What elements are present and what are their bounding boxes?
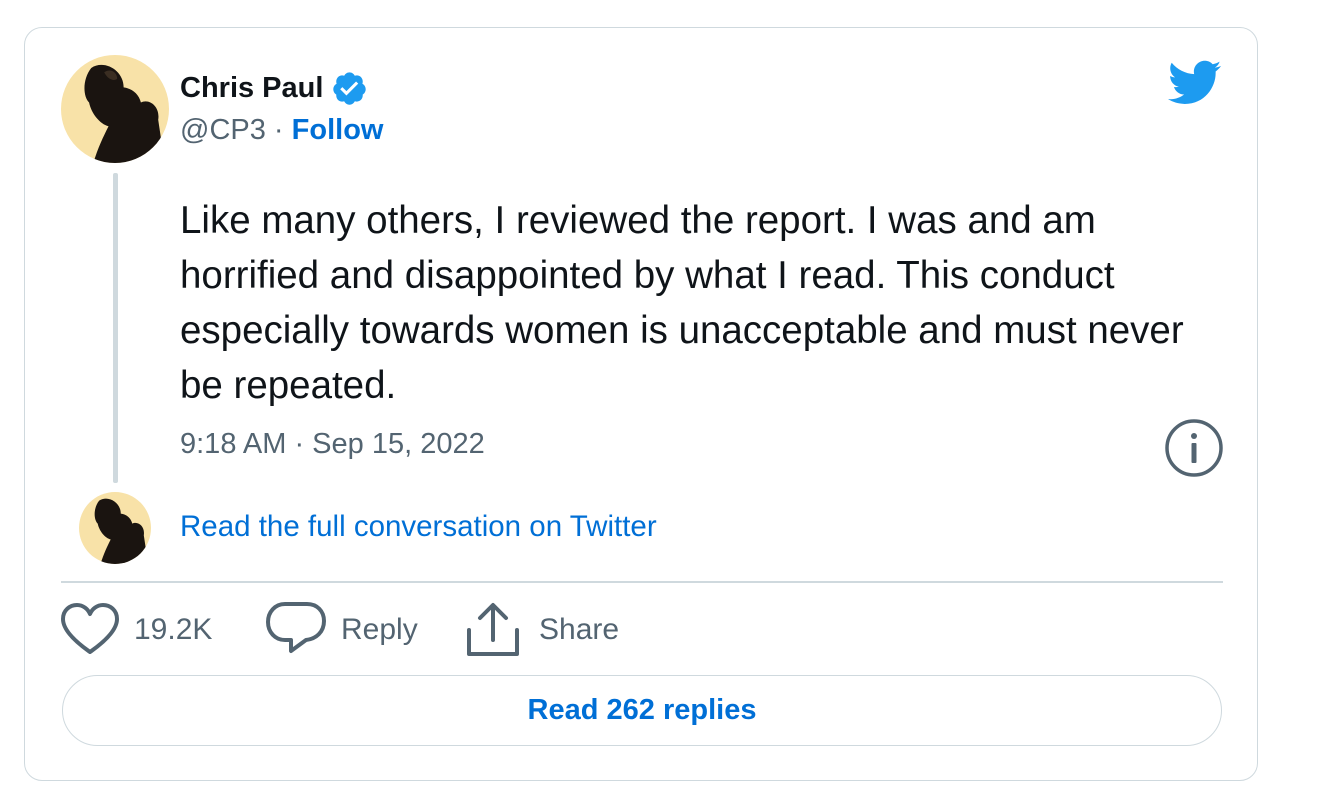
read-replies-label: Read 262 replies (527, 694, 757, 726)
divider (61, 581, 1223, 583)
conversation-avatar-silhouette (94, 498, 149, 564)
speech-bubble-icon (265, 600, 327, 660)
like-count: 19.2K (134, 613, 213, 646)
author-avatar[interactable] (61, 55, 169, 163)
author-name-row: Chris Paul (180, 68, 368, 108)
tweet-text: Like many others, I reviewed the report.… (180, 199, 1184, 407)
share-button[interactable]: Share (462, 600, 619, 660)
read-replies-button[interactable]: Read 262 replies (62, 675, 1222, 746)
thread-line (113, 173, 118, 483)
author-handle-row: @CP3 · Follow (180, 114, 383, 147)
verified-badge-icon (331, 70, 368, 107)
read-full-conversation-link[interactable]: Read the full conversation on Twitter (180, 510, 657, 544)
tweet-timestamp[interactable]: 9:18 AM · Sep 15, 2022 (180, 428, 485, 461)
author-handle[interactable]: @CP3 (180, 114, 266, 146)
info-icon[interactable] (1164, 418, 1224, 478)
reply-label: Reply (341, 613, 418, 646)
follow-link[interactable]: Follow (292, 114, 384, 146)
reply-button[interactable]: Reply (265, 600, 418, 660)
handle-separator: · (273, 114, 284, 146)
like-button[interactable]: 19.2K (59, 600, 212, 660)
author-name[interactable]: Chris Paul (180, 72, 323, 105)
author-avatar-silhouette (84, 64, 165, 163)
heart-icon (59, 600, 121, 660)
share-label: Share (539, 613, 620, 646)
share-upload-icon (462, 600, 524, 660)
conversation-avatar (79, 492, 151, 564)
twitter-bird-icon[interactable] (1168, 60, 1222, 106)
